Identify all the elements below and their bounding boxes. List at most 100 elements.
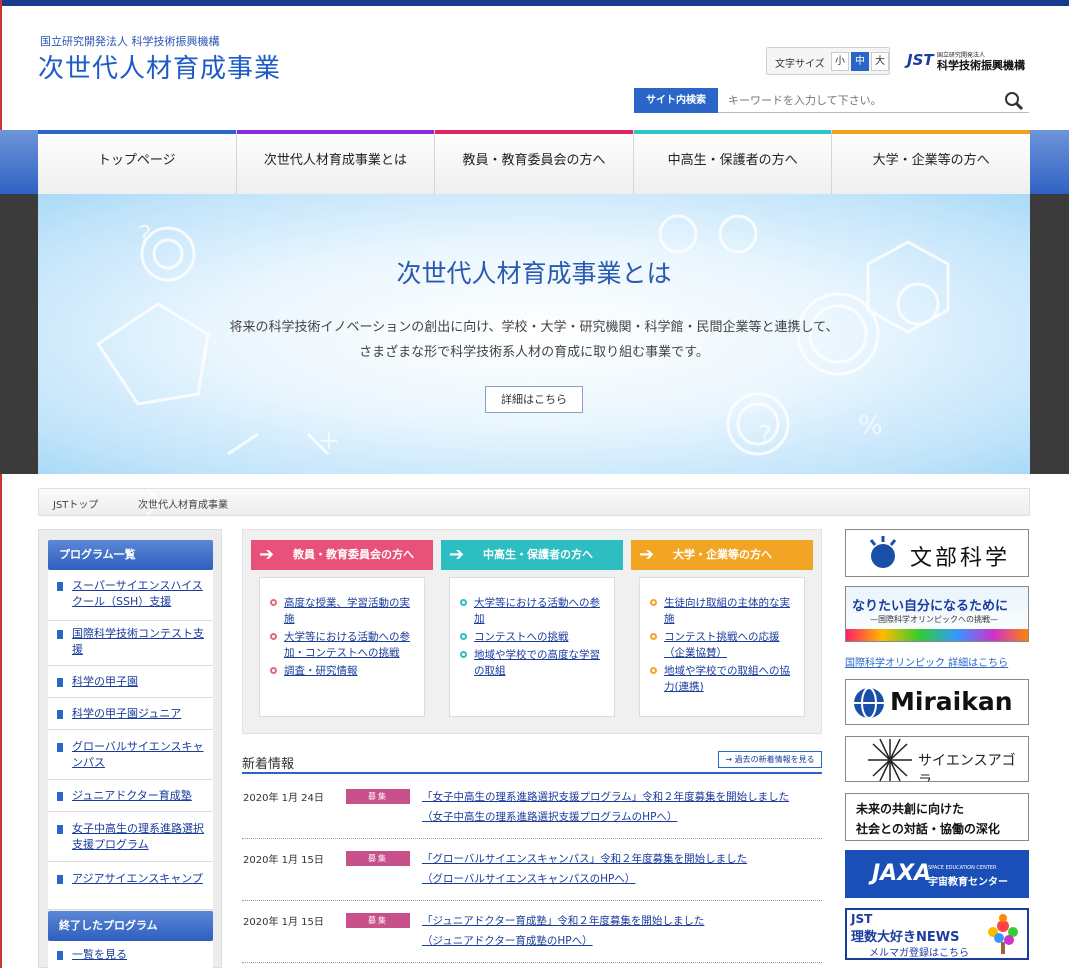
news-date: 2020年 1月 15日 (243, 855, 324, 866)
news-sublink[interactable]: （ジュニアドクター育成塾のHPへ） (422, 933, 593, 948)
mext-text: 文部科学省 (910, 546, 1011, 571)
sidebar-item-ssh[interactable]: スーパーサイエンスハイスクール（SSH）支援 (48, 570, 213, 621)
hero-detail-button[interactable]: 詳細はこちら (485, 386, 583, 413)
font-size-small-button[interactable]: 小 (831, 52, 849, 71)
card-heading-students[interactable]: ➔ 中高生・保護者の方へ (441, 540, 623, 570)
co-creation-line2: 社会との対話・協働の深化 (856, 822, 1000, 836)
card-link-label: コンテストへの挑戦 (474, 631, 569, 643)
nav-item-students[interactable]: 中高生・保護者の方へ (633, 130, 833, 194)
news-item: 2020年 1月 15日 募集 「グローバルサイエンスキャンパス」令和２年度募集… (242, 845, 822, 901)
hero-description-line2: さまざまな形で科学技術系人材の育成に取り組む事業です。 (359, 345, 709, 360)
sidebar-item-gsc[interactable]: グローバルサイエンスキャンパス (48, 730, 213, 780)
nav-item-top[interactable]: トップページ (38, 130, 237, 194)
mext-logo-icon (869, 536, 897, 568)
starburst-icon (868, 739, 912, 781)
olympic-title: なりたい自分になるために (852, 599, 1009, 614)
olympic-detail-link[interactable]: 国際科学オリンピック 詳細はこちら (845, 654, 1008, 669)
news-link[interactable]: 「女子中高生の理系進路選択支援プログラム」令和２年度募集を開始しました (422, 789, 789, 804)
news-tag-badge: 募集 (346, 851, 410, 866)
olympic-banner[interactable]: なりたい自分になるために —国際科学オリンピックへの挑戦— (845, 586, 1029, 642)
card-link[interactable]: 生徒向け取組の主体的な実施 (650, 595, 796, 627)
bullet-icon (650, 667, 657, 674)
search-icon[interactable] (1004, 91, 1024, 111)
font-size-large-button[interactable]: 大 (871, 52, 889, 71)
card-body-teachers: 高度な授業、学習活動の実施 大学等における活動への参加・コンテストへの挑戦 調査… (259, 577, 425, 717)
card-link[interactable]: コンテストへの挑戦 (460, 629, 606, 645)
sidebar-item-girls-program[interactable]: 女子中高生の理系進路選択支援プログラム (48, 812, 213, 862)
sidebar-item-label: グローバルサイエンスキャンパス (72, 740, 204, 769)
card-link[interactable]: 大学等における活動への参加・コンテストへの挑戦 (270, 629, 416, 661)
card-heading-teachers[interactable]: ➔ 教員・教育委員会の方へ (251, 540, 433, 570)
news-item: 2020年 1月 24日 募集 「女子中高生の理系進路選択支援プログラム」令和２… (242, 783, 822, 839)
mext-banner[interactable]: 文部科学省 (845, 529, 1029, 577)
org-name[interactable]: 国立研究開発法人 科学技術振興機構 (40, 33, 220, 49)
sidebar-item-junior-doctor[interactable]: ジュニアドクター育成塾 (48, 780, 213, 812)
jst-logo[interactable]: JST 国立研究開発法人 科学技術振興機構 (907, 50, 1029, 74)
card-link-label: 大学等における活動への参加 (474, 597, 600, 625)
card-link[interactable]: 調査・研究情報 (270, 663, 416, 679)
nav-item-teachers[interactable]: 教員・教育委員会の方へ (435, 130, 634, 194)
card-link[interactable]: 地域や学校での取組への協力(連携) (650, 663, 796, 695)
card-link[interactable]: 大学等における活動への参加 (460, 595, 606, 627)
news-sublink[interactable]: （女子中高生の理系進路選択支援プログラムのHPへ） (422, 809, 677, 824)
nav-color-bar (236, 130, 435, 134)
risu-news-line3: メルマガ登録はこちら (869, 948, 969, 959)
audience-cards: ➔ 教員・教育委員会の方へ 高度な授業、学習活動の実施 大学等における活動への参加… (242, 529, 822, 734)
nav-label: 次世代人材育成事業とは (263, 153, 407, 168)
bullet-icon (270, 599, 277, 606)
nav-label: 中高生・保護者の方へ (667, 153, 798, 168)
card-body-universities: 生徒向け取組の主体的な実施 コンテスト挑戦への応援（企業協賛） 地域や学校での取… (639, 577, 805, 717)
news-heading: 新着情報 (242, 757, 295, 772)
miraikan-banner[interactable]: Miraikan (845, 679, 1029, 725)
card-link-label: 調査・研究情報 (284, 665, 358, 677)
globe-icon (854, 687, 884, 719)
font-size-label: 文字サイズ (775, 59, 825, 70)
olympic-color-strip (846, 629, 1028, 641)
hero-description-line1: 将来の科学技術イノベーションの創出に向け、学校・大学・研究機関・科学館・民間企業… (229, 320, 839, 335)
news-tag-badge: 募集 (346, 789, 410, 804)
sidebar-heading-ended: 終了したプログラム (48, 911, 213, 941)
arrow-right-icon (57, 792, 63, 801)
risu-news-line1: JST (851, 912, 873, 926)
arrow-right-icon (57, 710, 63, 719)
svg-text:%: % (858, 411, 883, 441)
font-size-switcher: 文字サイズ 小 中 大 (766, 47, 890, 75)
card-heading-label: 中高生・保護者の方へ (483, 548, 593, 561)
arrow-right-icon (57, 582, 63, 591)
sidebar-item-label: ジュニアドクター育成塾 (72, 789, 192, 802)
sidebar-item-asia-camp[interactable]: アジアサイエンスキャンプ (48, 862, 213, 910)
search-input[interactable] (718, 88, 1029, 113)
news-link[interactable]: 「ジュニアドクター育成塾」令和２年度募集を開始しました (422, 913, 704, 928)
card-link[interactable]: 高度な授業、学習活動の実施 (270, 595, 416, 627)
jaxa-banner[interactable]: JAXA SPACE EDUCATION CENTER 宇宙教育センター (845, 850, 1029, 898)
sidebar-item-koshien-junior[interactable]: 科学の甲子園ジュニア (48, 698, 213, 730)
site-search-label: サイト内検索 (634, 88, 718, 113)
site-title[interactable]: 次世代人材育成事業 (38, 48, 281, 85)
font-size-medium-button[interactable]: 中 (851, 52, 869, 71)
sidebar-item-view-list[interactable]: 一覧を見る (48, 941, 213, 968)
nav-label: 教員・教育委員会の方へ (462, 153, 606, 168)
sidebar-item-koshien[interactable]: 科学の甲子園 (48, 666, 213, 698)
svg-text:?: ? (758, 421, 772, 451)
risu-news-banner[interactable]: JST 理数大好きNEWS メルマガ登録はこちら (845, 908, 1029, 960)
news-archive-button[interactable]: → 過去の新着情報を見る (718, 751, 822, 768)
jaxa-center-text: 宇宙教育センター (928, 877, 1008, 888)
science-agora-banner[interactable]: サイエンスアゴラ (845, 736, 1029, 782)
news-sublink[interactable]: （グローバルサイエンスキャンパスのHPへ） (422, 871, 635, 886)
hero-title: 次世代人材育成事業とは (396, 259, 672, 288)
card-heading-universities[interactable]: ➔ 大学・企業等の方へ (631, 540, 813, 570)
co-creation-banner[interactable]: 未来の共創に向けた 社会との対話・協働の深化 (845, 793, 1029, 841)
sidebar-item-label: 国際科学技術コンテスト支援 (72, 627, 204, 656)
sidebar-item-contest[interactable]: 国際科学技術コンテスト支援 (48, 621, 213, 666)
breadcrumb-home-link[interactable]: JSTトップ (53, 496, 98, 511)
news-date: 2020年 1月 24日 (243, 793, 324, 804)
sidebar-item-label: アジアサイエンスキャンプ (72, 872, 203, 885)
card-link[interactable]: コンテスト挑戦への応援（企業協賛） (650, 629, 796, 661)
news-link[interactable]: 「グローバルサイエンスキャンパス」令和２年度募集を開始しました (422, 851, 747, 866)
card-link[interactable]: 地域や学校での高度な学習の取組 (460, 647, 606, 679)
card-link-label: 地域や学校での取組への協力(連携) (664, 665, 790, 693)
nav-item-about[interactable]: 次世代人材育成事業とは (236, 130, 436, 194)
card-link-label: 高度な授業、学習活動の実施 (284, 597, 410, 625)
nav-item-universities[interactable]: 大学・企業等の方へ (832, 130, 1030, 194)
breadcrumb: JSTトップ 次世代人材育成事業 (38, 488, 1030, 516)
